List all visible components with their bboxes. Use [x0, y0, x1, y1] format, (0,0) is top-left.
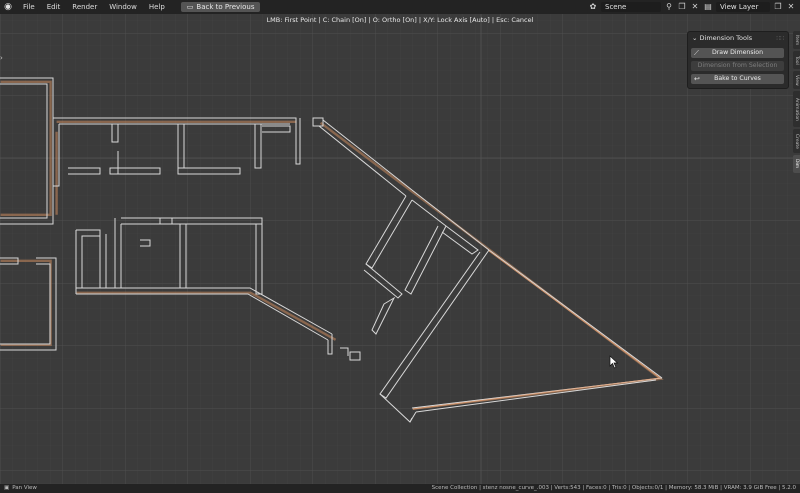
menu-file[interactable]: File [17, 0, 41, 14]
tab-view[interactable]: View [793, 71, 800, 89]
ruler-icon: ⟋ [694, 49, 699, 57]
scene-selector[interactable]: Scene [601, 2, 661, 12]
collapse-chevron-icon: ⌄ [692, 34, 700, 42]
delete-scene-icon[interactable]: ✕ [690, 2, 700, 12]
status-hint: ▣ Pan View [4, 484, 37, 493]
menu-help[interactable]: Help [143, 0, 171, 14]
scene-statistics: Scene Collection | stenz nosne_curve_.00… [431, 485, 796, 491]
mouse-cursor-icon [609, 355, 619, 369]
menu-window[interactable]: Window [103, 0, 143, 14]
add-view-layer-icon[interactable]: ❐ [773, 2, 783, 12]
3d-viewport[interactable]: LMB: First Point | C: Chain [On] | O: Or… [0, 14, 800, 484]
operator-hint-text: LMB: First Point | C: Chain [On] | O: Or… [266, 16, 534, 24]
tab-tool[interactable]: Tool [793, 51, 800, 69]
mouse-button-icon: ▣ [4, 485, 10, 491]
panel-title[interactable]: ⌄ Dimension Tools [692, 34, 752, 43]
scene-icon[interactable]: ✿ [588, 2, 598, 12]
view-layer-selector[interactable]: View Layer [716, 2, 770, 12]
status-bar: ▣ Pan View Scene Collection | stenz nosn… [0, 484, 800, 493]
draw-dimension-button[interactable]: ⟋ Draw Dimension [691, 48, 784, 58]
menu-edit[interactable]: Edit [41, 0, 67, 14]
blender-logo-icon[interactable]: ◉ [3, 2, 13, 12]
back-to-previous-label: Back to Previous [196, 3, 255, 11]
dimension-tools-panel: ⌄ Dimension Tools ∷∷ ⟋ Draw Dimension Di… [687, 31, 789, 89]
bake-to-curves-button[interactable]: ↩ Bake to Curves [691, 74, 784, 84]
curve-icon: ↩ [694, 75, 700, 83]
remove-view-layer-icon[interactable]: ✕ [786, 2, 796, 12]
tab-item[interactable]: Item [793, 31, 800, 49]
screen-icon: ▭ [186, 3, 194, 11]
tab-create[interactable]: Create [793, 129, 800, 153]
tab-dim[interactable]: Dim [793, 155, 800, 173]
pin-icon[interactable]: ⚲ [664, 2, 674, 12]
floor-plan-drawing [0, 14, 800, 484]
menu-render[interactable]: Render [66, 0, 103, 14]
top-menu-bar: ◉ File Edit Render Window Help ▭ Back to… [0, 0, 800, 15]
view-layer-icon[interactable]: ▤ [703, 2, 713, 12]
sidebar-tabs: Item Tool View Animation Create Dim [793, 31, 800, 197]
panel-drag-handle-icon[interactable]: ∷∷ [776, 34, 784, 43]
status-hint-label: Pan View [12, 485, 37, 491]
new-scene-icon[interactable]: ❐ [677, 2, 687, 12]
back-to-previous-button[interactable]: ▭ Back to Previous [180, 2, 261, 12]
top-right-controls: ✿ Scene ⚲ ❐ ✕ ▤ View Layer ❐ ✕ [588, 0, 800, 14]
dimension-from-selection-button[interactable]: Dimension from Selection [691, 61, 784, 71]
tab-animation[interactable]: Animation [793, 91, 800, 127]
expand-toolbar-arrow-icon[interactable]: › [0, 54, 3, 62]
